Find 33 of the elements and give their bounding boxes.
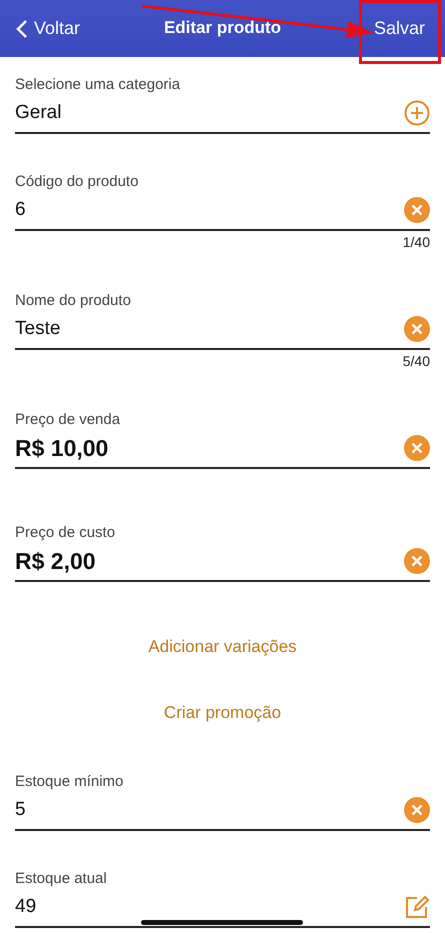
- character-counter: 1/40: [402, 234, 430, 250]
- chevron-left-icon: [16, 18, 28, 38]
- page-title: Editar produto: [164, 18, 282, 37]
- add-icon[interactable]: [404, 100, 430, 126]
- clear-icon[interactable]: [404, 548, 430, 574]
- text-field[interactable]: 5: [15, 791, 430, 831]
- text-field[interactable]: R$ 2,00: [15, 542, 430, 582]
- field-label: Estoque atual: [15, 870, 107, 887]
- field-value: Geral: [15, 102, 62, 124]
- text-field[interactable]: 6: [15, 191, 430, 231]
- field-value: 5: [15, 799, 27, 821]
- back-button[interactable]: Voltar: [10, 14, 86, 43]
- field-value: R$ 10,00: [15, 434, 110, 462]
- field-label: Estoque mínimo: [15, 773, 124, 790]
- text-field[interactable]: R$ 10,00: [15, 429, 430, 469]
- field-value: 49: [15, 896, 38, 918]
- field-label: Preço de venda: [15, 411, 120, 428]
- clear-icon[interactable]: [404, 316, 430, 342]
- field-label: Nome do produto: [15, 292, 131, 309]
- save-button[interactable]: Salvar: [372, 14, 427, 43]
- clear-icon[interactable]: [404, 435, 430, 461]
- text-field[interactable]: Teste: [15, 310, 430, 350]
- clear-icon[interactable]: [404, 797, 430, 823]
- text-field[interactable]: Geral: [15, 94, 430, 134]
- field-value: 6: [15, 199, 27, 221]
- character-counter: 5/40: [402, 353, 430, 369]
- field-value: R$ 2,00: [15, 548, 97, 574]
- clear-icon[interactable]: [404, 197, 430, 223]
- edit-icon[interactable]: [404, 894, 430, 920]
- field-value: Teste: [15, 318, 62, 340]
- field-label: Selecione uma categoria: [15, 76, 180, 93]
- field-label: Código do produto: [15, 173, 138, 190]
- field-label: Preço de custo: [15, 524, 116, 541]
